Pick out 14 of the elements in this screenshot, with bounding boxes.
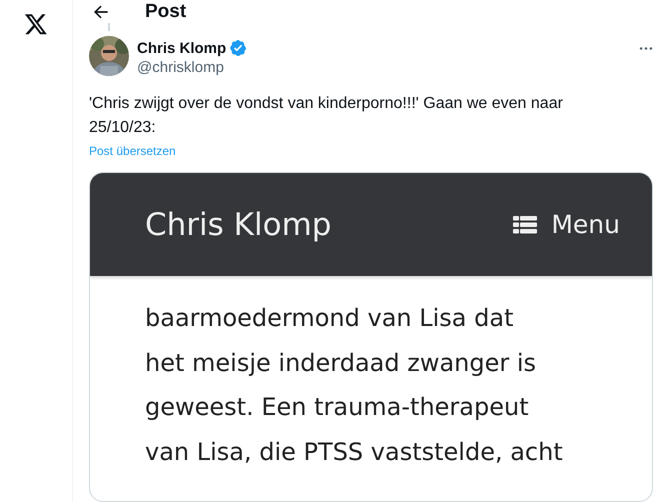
post-text: 'Chris zwijgt over de vondst van kinderporno!!!' Gaan we even naar 25/10/23:: [89, 94, 564, 138]
x-logo-icon[interactable]: [23, 12, 49, 36]
article-text-line: baarmoedermond van Lisa dat: [145, 303, 514, 334]
author-name[interactable]: Chris Klomp: [137, 40, 226, 56]
article-text-line: van Lisa, die PTSS vaststelde, acht: [145, 436, 563, 468]
site-title: Chris Klomp: [145, 206, 332, 242]
list-icon: [513, 216, 538, 234]
menu-button[interactable]: Menu: [513, 210, 620, 239]
page-title: Post: [145, 0, 186, 22]
article-text-line: het meisje inderdaad zwanger is: [145, 348, 536, 378]
embedded-screenshot[interactable]: Chris Klomp Menu baarmoedermond van Lisa dat het meisje inderdaad zwanger is geweest. Een trauma-therapeut van Lisa, die PTSS vaststelde, acht: [89, 172, 653, 502]
more-options-icon[interactable]: [639, 46, 653, 51]
article-text-line: geweest. Een trauma-therapeut: [145, 392, 529, 423]
author-handle[interactable]: @chrisklomp: [137, 59, 639, 76]
